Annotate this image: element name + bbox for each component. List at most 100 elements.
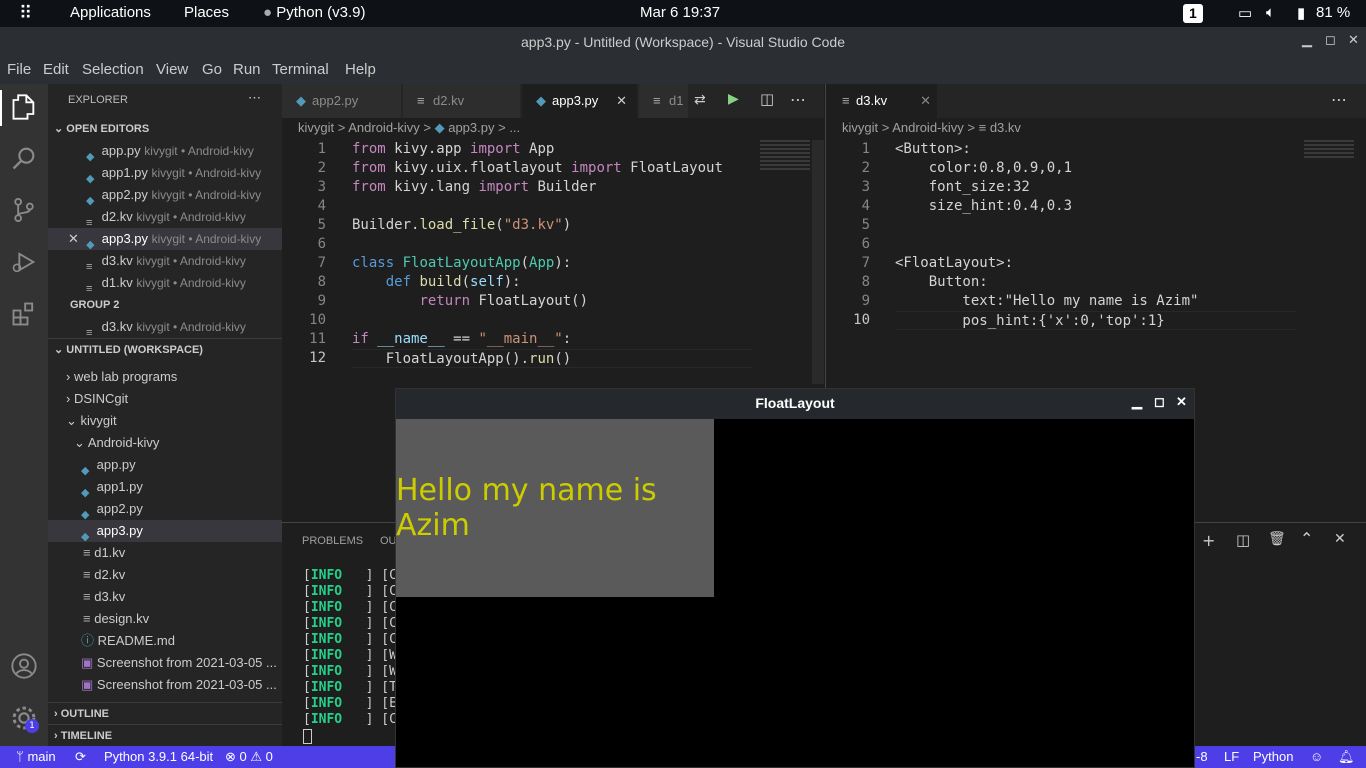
- timeline-header[interactable]: › TIMELINE: [48, 724, 282, 746]
- tree-file[interactable]: ≡ d1.kv: [48, 542, 282, 564]
- minimap[interactable]: [1304, 140, 1354, 160]
- tab-problems[interactable]: PROBLEMS: [302, 535, 363, 547]
- more-actions-icon[interactable]: ⋯: [790, 90, 806, 109]
- workspace-header[interactable]: ⌄ UNTITLED (WORKSPACE): [48, 338, 282, 360]
- tree-folder[interactable]: › DSINCgit: [48, 388, 282, 410]
- chevron-up-icon[interactable]: ⌃: [1300, 529, 1313, 548]
- close-tab-icon[interactable]: ✕: [920, 84, 931, 118]
- minimize-icon[interactable]: ▁: [1132, 394, 1142, 410]
- line-number: 4: [861, 198, 870, 214]
- close-panel-icon[interactable]: ✕: [1334, 531, 1346, 547]
- open-editor-item[interactable]: ◆ app2.py kivygit • Android-kivy: [48, 184, 282, 206]
- menu-file[interactable]: File: [7, 61, 31, 78]
- volume-icon[interactable]: 🔈︎: [1266, 4, 1275, 21]
- breadcrumb-item[interactable]: kivygit: [842, 120, 878, 135]
- close-tab-icon[interactable]: ✕: [616, 84, 627, 118]
- menu-go[interactable]: Go: [202, 61, 222, 78]
- code-line: color:0.8,0.9,0,1: [895, 160, 1073, 176]
- close-icon[interactable]: ✕: [1348, 32, 1359, 48]
- eol-indicator[interactable]: LF: [1224, 749, 1239, 764]
- menu-selection[interactable]: Selection: [82, 61, 144, 78]
- tree-file-active[interactable]: ◆ app3.py: [48, 520, 282, 542]
- tab-d2[interactable]: ≡ d2.kv: [403, 84, 521, 118]
- breadcrumb-item[interactable]: Android-kivy: [892, 120, 964, 135]
- clock[interactable]: Mar 6 19:37: [640, 4, 720, 21]
- tree-file[interactable]: ◆ app1.py: [48, 476, 282, 498]
- breadcrumb-item[interactable]: Android-kivy: [348, 120, 420, 135]
- kivy-title-bar[interactable]: FloatLayout ▁ ◻ ✕: [396, 389, 1194, 419]
- more-actions-icon[interactable]: ⋯: [248, 87, 268, 109]
- open-editor-item[interactable]: ≡ d2.kv kivygit • Android-kivy: [48, 206, 282, 228]
- extensions-icon[interactable]: [10, 300, 38, 328]
- tree-file[interactable]: ⓘ README.md: [48, 630, 282, 652]
- tree-file[interactable]: ≡ d2.kv: [48, 564, 282, 586]
- open-editor-item[interactable]: ≡ d3.kv kivygit • Android-kivy: [48, 316, 282, 338]
- tab-app2[interactable]: ◆ app2.py: [282, 84, 402, 118]
- python-app-indicator[interactable]: ● Python (v3.9): [263, 4, 365, 21]
- tree-file[interactable]: ◆ app.py: [48, 454, 282, 476]
- open-editor-item-active[interactable]: ✕ ◆ app3.py kivygit • Android-kivy: [48, 228, 282, 250]
- tab-app3[interactable]: ◆ app3.py ✕: [522, 84, 638, 118]
- problems-indicator[interactable]: ⊗ 0 ⚠ 0: [225, 749, 273, 765]
- outline-header[interactable]: › OUTLINE: [48, 702, 282, 724]
- minimize-icon[interactable]: ▁: [1302, 32, 1312, 48]
- places-menu[interactable]: Places: [184, 4, 229, 21]
- encoding[interactable]: -8: [1196, 749, 1208, 764]
- close-icon[interactable]: ✕: [1176, 394, 1187, 410]
- more-actions-icon[interactable]: ⋯: [1331, 90, 1347, 109]
- run-debug-icon[interactable]: [10, 248, 38, 276]
- open-editors-header[interactable]: ⌄ OPEN EDITORS: [48, 118, 282, 140]
- line-number: 4: [317, 198, 326, 214]
- menu-terminal[interactable]: Terminal: [272, 61, 329, 78]
- breadcrumb-item[interactable]: d3.kv: [990, 120, 1021, 135]
- tab-d1[interactable]: ≡ d1: [639, 84, 689, 118]
- chat-icon[interactable]: ▭: [1238, 4, 1252, 22]
- minimap[interactable]: [760, 140, 810, 170]
- menu-edit[interactable]: Edit: [43, 61, 69, 78]
- split-editor-icon[interactable]: ◫: [760, 90, 774, 108]
- tree-file[interactable]: ▣ Screenshot from 2021-03-05 ...: [48, 652, 282, 674]
- split-terminal-icon[interactable]: ◫: [1236, 531, 1250, 549]
- python-interpreter[interactable]: Python 3.9.1 64-bit: [104, 749, 213, 764]
- sync-icon[interactable]: ⟳: [75, 749, 86, 765]
- maximize-icon[interactable]: ◻: [1154, 394, 1165, 410]
- open-editor-item[interactable]: ◆ app.py kivygit • Android-kivy: [48, 140, 282, 162]
- breadcrumb-item[interactable]: kivygit: [298, 120, 334, 135]
- search-icon[interactable]: [10, 144, 38, 172]
- source-control-icon[interactable]: [10, 196, 38, 224]
- applications-menu[interactable]: Applications: [70, 4, 151, 21]
- tree-folder[interactable]: ⌄ Android-kivy: [48, 432, 282, 454]
- open-editor-item[interactable]: ◆ app1.py kivygit • Android-kivy: [48, 162, 282, 184]
- apps-grid-icon[interactable]: ⠿: [19, 3, 32, 24]
- branch-indicator[interactable]: ᛘ main: [16, 749, 56, 764]
- run-file-icon[interactable]: ▶: [728, 91, 739, 107]
- tree-folder[interactable]: ⌄ kivygit: [48, 410, 282, 432]
- menu-run[interactable]: Run: [233, 61, 261, 78]
- tab-d3[interactable]: ≡ d3.kv ✕: [826, 84, 938, 118]
- tree-file[interactable]: ◆ app2.py: [48, 498, 282, 520]
- tree-file[interactable]: ≡ design.kv: [48, 608, 282, 630]
- tree-file[interactable]: ≡ d3.kv: [48, 586, 282, 608]
- language-mode[interactable]: Python: [1253, 749, 1293, 764]
- explorer-icon[interactable]: [10, 93, 38, 121]
- accounts-icon[interactable]: [10, 652, 38, 680]
- open-editor-item[interactable]: ≡ d1.kv kivygit • Android-kivy: [48, 272, 282, 294]
- close-editor-icon[interactable]: ✕: [68, 231, 79, 246]
- battery-icon[interactable]: ▮: [1297, 4, 1305, 22]
- tree-file[interactable]: ▣ Screenshot from 2021-03-05 ...: [48, 674, 282, 696]
- tree-folder[interactable]: › web lab programs: [48, 366, 282, 388]
- breadcrumb-item[interactable]: app3.py: [448, 120, 494, 135]
- workspace-indicator[interactable]: 1: [1183, 4, 1203, 23]
- open-editor-item[interactable]: ≡ d3.kv kivygit • Android-kivy: [48, 250, 282, 272]
- menu-help[interactable]: Help: [345, 61, 376, 78]
- trash-icon[interactable]: 🗑︎: [1268, 531, 1286, 547]
- kivy-hello-button[interactable]: Hello my name is Azim: [396, 419, 714, 597]
- compare-changes-icon[interactable]: ⇄: [694, 92, 706, 108]
- feedback-icon[interactable]: ☺: [1310, 749, 1323, 764]
- new-terminal-icon[interactable]: +: [1202, 531, 1215, 550]
- menu-view[interactable]: View: [156, 61, 188, 78]
- breadcrumb-item[interactable]: ...: [509, 120, 520, 135]
- scrollbar[interactable]: [812, 140, 824, 384]
- maximize-icon[interactable]: ◻: [1325, 32, 1336, 48]
- bell-icon[interactable]: 🔔︎: [1338, 749, 1355, 765]
